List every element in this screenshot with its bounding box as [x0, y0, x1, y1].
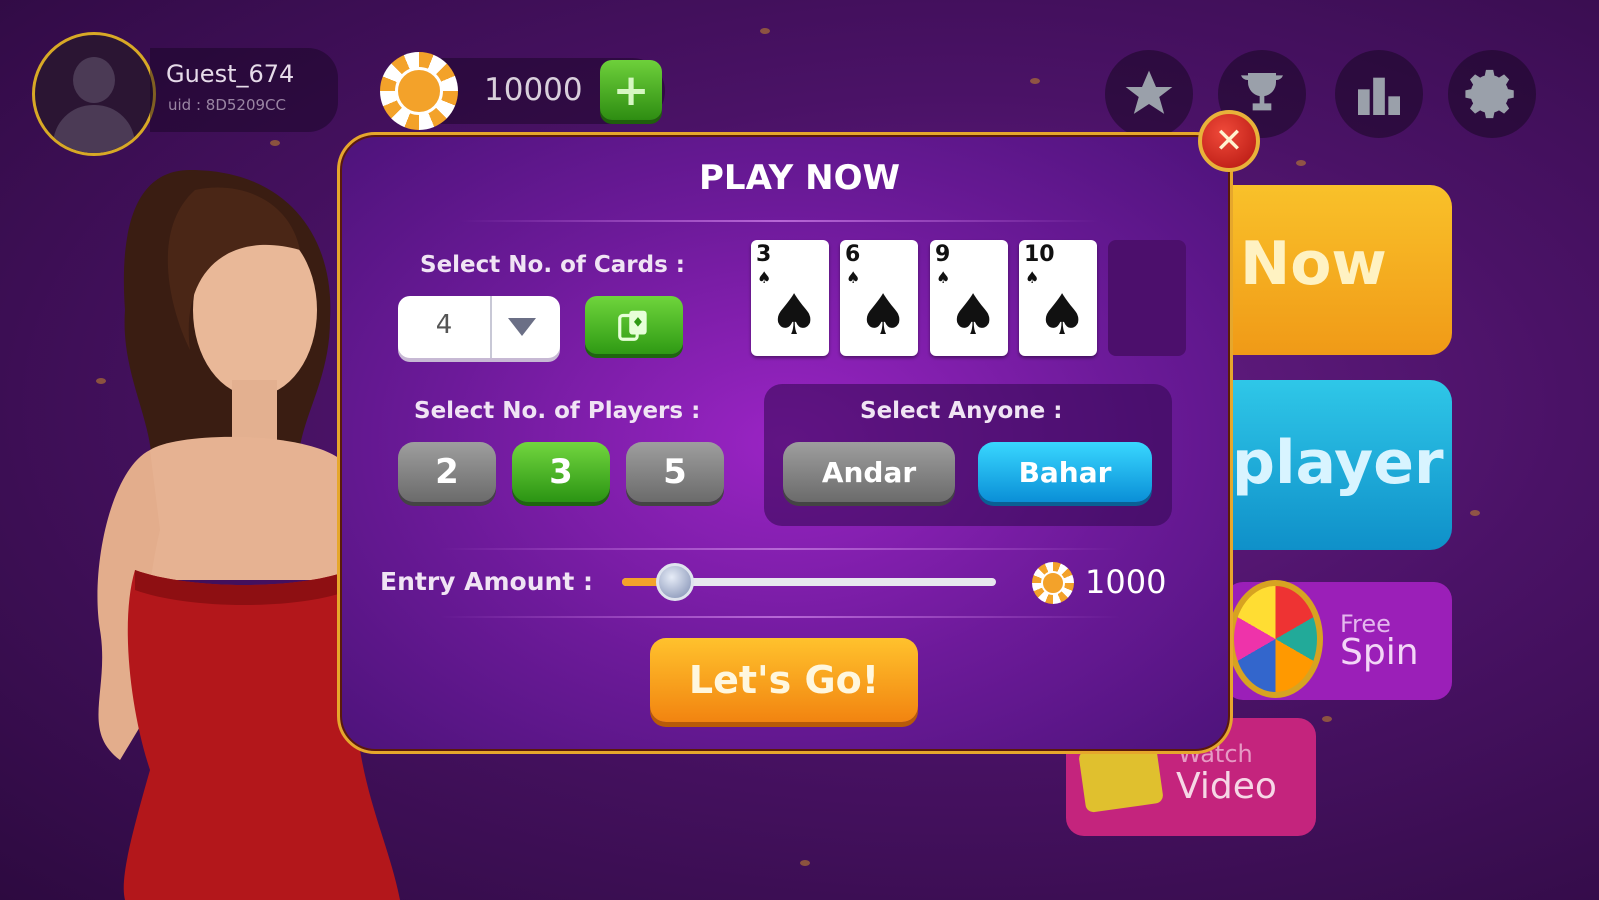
divider: [460, 220, 1100, 222]
playing-card: 9 ♠ ♠: [930, 240, 1008, 356]
chip-icon: [380, 52, 458, 130]
sparkle: [800, 860, 810, 866]
multiplayer-menu-label: player: [1232, 428, 1444, 498]
watch-video-label: Video: [1176, 766, 1277, 807]
anyone-label: Select Anyone :: [860, 398, 1063, 424]
sparkle: [1322, 716, 1332, 722]
coin-balance: 10000: [484, 72, 583, 108]
cards-shuffle-button[interactable]: [585, 296, 683, 354]
sparkle: [1470, 510, 1480, 516]
close-button[interactable]: ✕: [1198, 110, 1260, 172]
card-rank: 6: [845, 242, 861, 267]
playing-card: 10 ♠ ♠: [1019, 240, 1097, 356]
playing-card: 3 ♠ ♠: [751, 240, 829, 356]
cards-count-dropdown[interactable]: 4: [398, 296, 560, 358]
user-uid: uid : 8D5209CC: [168, 96, 287, 114]
andar-button[interactable]: Andar: [783, 442, 955, 502]
sparkle: [760, 28, 770, 34]
players-option-2[interactable]: 2: [398, 442, 496, 502]
card-rank: 10: [1024, 242, 1055, 267]
entry-amount-slider-thumb[interactable]: [655, 563, 694, 601]
divider: [440, 616, 1120, 618]
spin-wheel-icon: [1228, 580, 1323, 698]
gear-icon[interactable]: [1448, 50, 1536, 138]
entry-amount-label: Entry Amount :: [380, 567, 593, 596]
players-label: Select No. of Players :: [414, 398, 701, 424]
avatar[interactable]: [32, 32, 156, 156]
sparkle: [270, 140, 280, 146]
playing-card: 6 ♠ ♠: [840, 240, 918, 356]
play-now-menu-label: Now: [1240, 229, 1387, 299]
empty-card-slot: [1108, 240, 1186, 356]
card-rank: 9: [935, 242, 951, 267]
star-icon[interactable]: [1105, 50, 1193, 138]
play-now-menu-button[interactable]: Now: [1210, 185, 1452, 355]
free-spin-label: Spin: [1340, 632, 1419, 673]
players-option-3[interactable]: 3: [512, 442, 610, 502]
spade-icon: ♠: [769, 283, 820, 348]
cards-label: Select No. of Cards :: [420, 252, 685, 278]
sparkle: [1030, 78, 1040, 84]
chip-icon: [1032, 562, 1074, 604]
cards-icon: [618, 310, 647, 341]
players-option-5[interactable]: 5: [626, 442, 724, 502]
bahar-button[interactable]: Bahar: [978, 442, 1152, 502]
dialog-title: PLAY NOW: [699, 158, 900, 198]
card-rank: 3: [756, 242, 772, 267]
leaderboard-icon[interactable]: [1335, 50, 1423, 138]
multiplayer-menu-button[interactable]: player: [1210, 380, 1452, 550]
spade-icon: ♠: [1037, 283, 1088, 348]
cards-count-value: 4: [435, 310, 453, 340]
entry-amount-value: 1000: [1085, 563, 1167, 601]
spade-icon: ♠: [948, 283, 999, 348]
add-coins-button[interactable]: +: [600, 60, 662, 120]
chevron-down-icon: [508, 318, 536, 336]
divider: [440, 548, 1120, 550]
lets-go-button[interactable]: Let's Go!: [650, 638, 918, 722]
username: Guest_674: [166, 60, 295, 88]
spade-icon: ♠: [858, 283, 909, 348]
